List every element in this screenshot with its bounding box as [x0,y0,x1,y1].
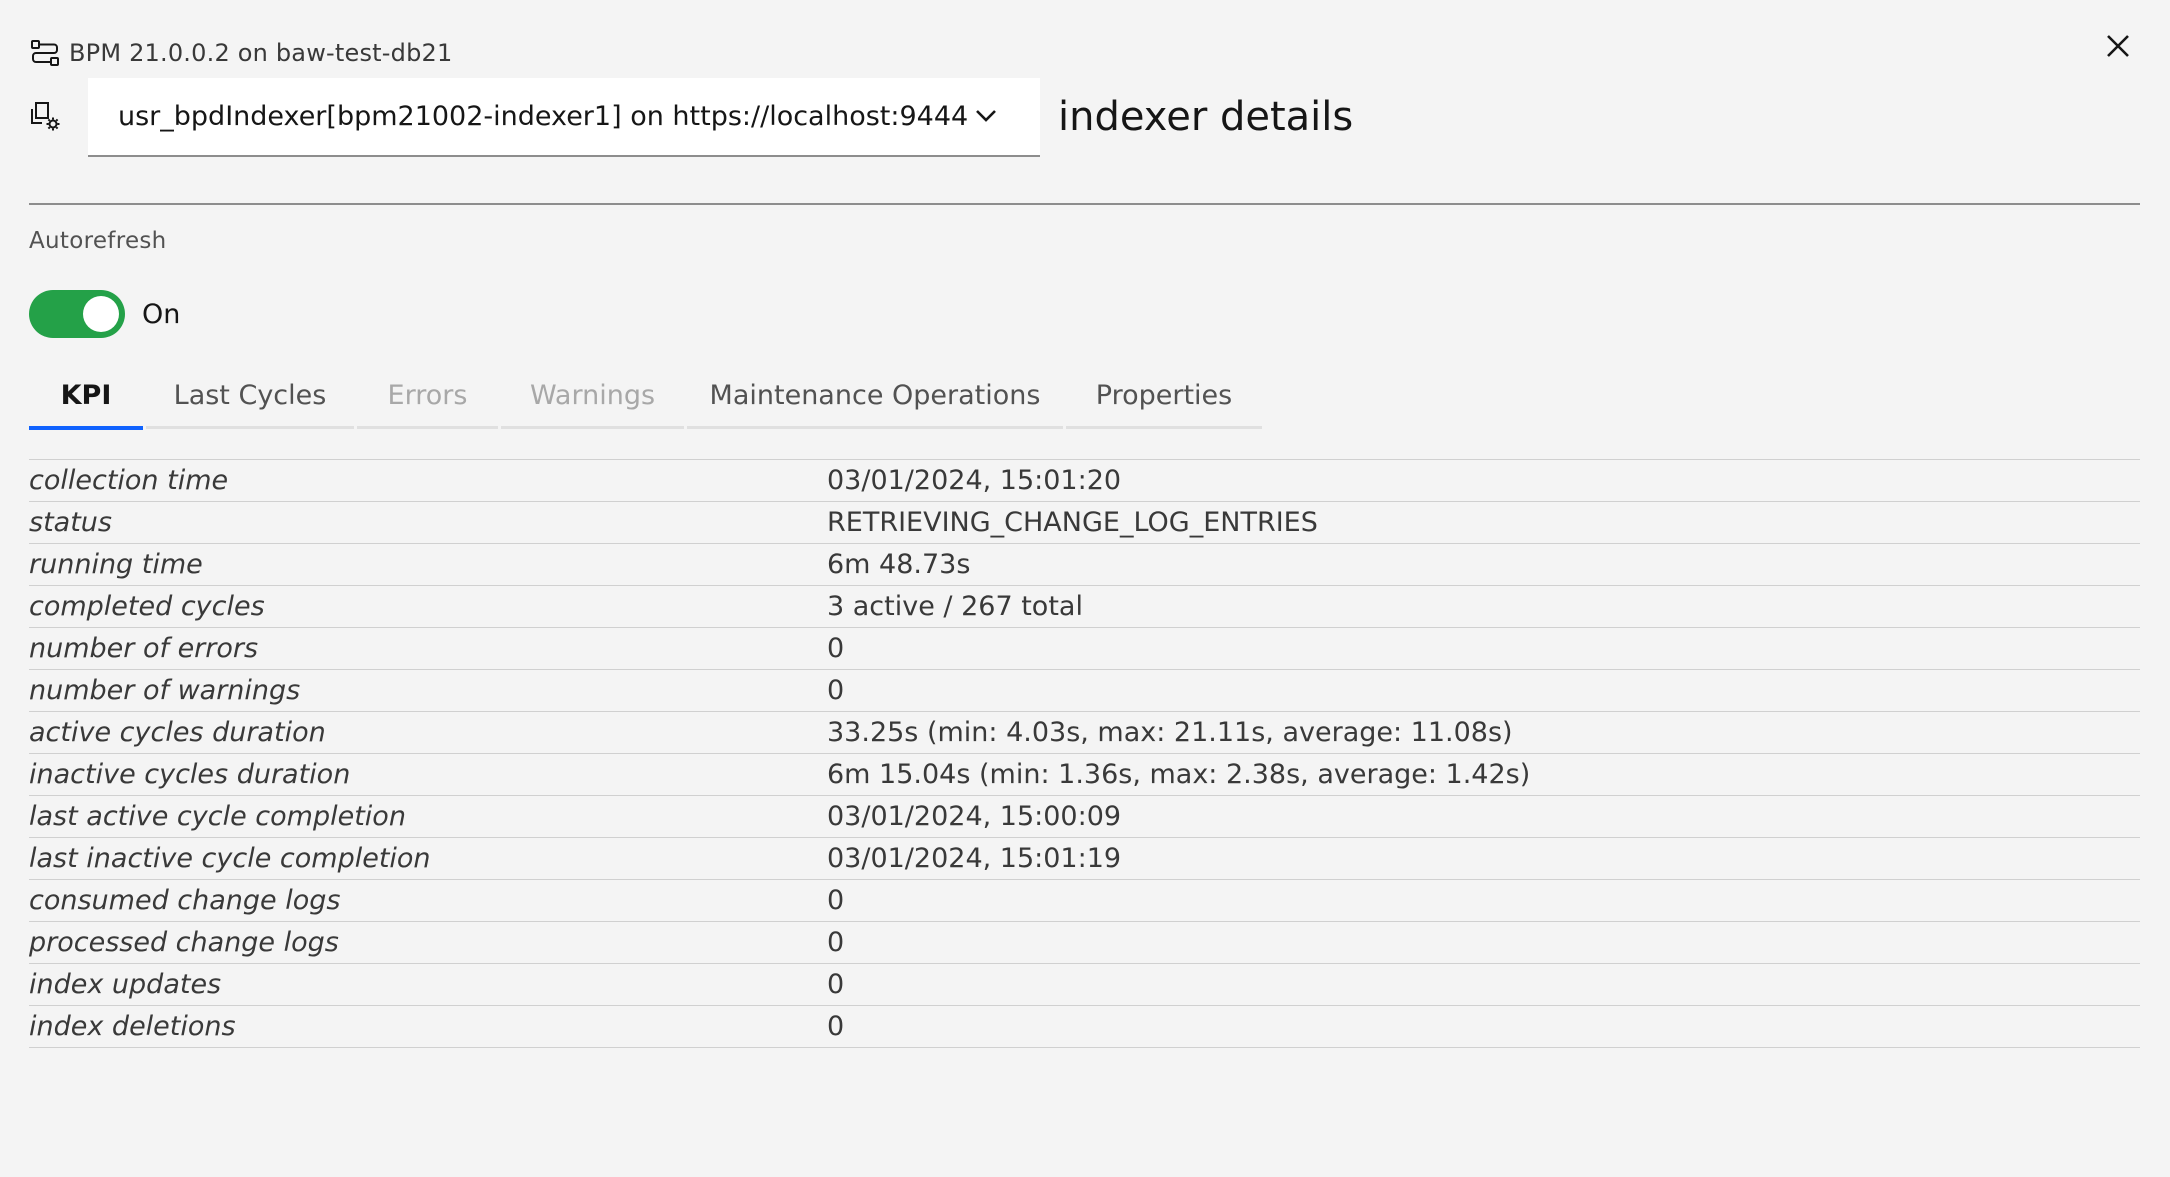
kpi-key: number of warnings [29,675,301,706]
workflow-icon [29,37,61,69]
indexer-dropdown[interactable]: usr_bpdIndexer[bpm21002-indexer1] on htt… [88,77,1040,157]
chevron-down-icon [972,102,1000,130]
kpi-key: index deletions [29,1011,236,1042]
kpi-row-last-active-cycle-completion: last active cycle completion 03/01/2024,… [29,796,2140,838]
kpi-row-completed-cycles: completed cycles 3 active / 267 total [29,586,2140,628]
kpi-key: number of errors [29,633,259,664]
kpi-row-index-updates: index updates 0 [29,964,2140,1006]
tab-label: Properties [1095,380,1233,411]
kpi-row-last-inactive-cycle-completion: last inactive cycle completion 03/01/202… [29,838,2140,880]
kpi-value: 33.25s (min: 4.03s, max: 21.11s, average… [827,717,1513,748]
kpi-row-active-cycles-duration: active cycles duration 33.25s (min: 4.03… [29,712,2140,754]
tab-label: Maintenance Operations [709,380,1041,411]
kpi-key: last active cycle completion [29,801,406,832]
close-button[interactable] [2100,28,2136,64]
kpi-key: active cycles duration [29,717,326,748]
autorefresh-label: Autorefresh [29,228,167,254]
tab-label: Last Cycles [173,380,327,411]
autorefresh-state: On [142,298,181,330]
kpi-row-index-deletions: index deletions 0 [29,1006,2140,1048]
tab-properties[interactable]: Properties [1066,365,1262,429]
kpi-value: 03/01/2024, 15:01:20 [827,465,1122,496]
kpi-value: 0 [827,969,845,1000]
kpi-row-number-of-errors: number of errors 0 [29,628,2140,670]
kpi-row-collection-time: collection time 03/01/2024, 15:01:20 [29,460,2140,502]
kpi-value: 0 [827,675,845,706]
kpi-value: 3 active / 267 total [827,591,1083,622]
tab-label: Warnings [529,380,656,411]
kpi-row-number-of-warnings: number of warnings 0 [29,670,2140,712]
tab-label: Errors [387,380,468,411]
indexer-selector-row: usr_bpdIndexer[bpm21002-indexer1] on htt… [29,77,1353,157]
kpi-row-consumed-change-logs: consumed change logs 0 [29,880,2140,922]
kpi-value: 0 [827,885,845,916]
indexer-details-panel: BPM 21.0.0.2 on baw-test-db21 usr_bpdInd… [0,0,2170,1177]
page-title: indexer details [1058,94,1354,140]
kpi-value: 03/01/2024, 15:01:19 [827,843,1122,874]
kpi-key: completed cycles [29,591,265,622]
kpi-value: 6m 15.04s (min: 1.36s, max: 2.38s, avera… [827,759,1531,790]
tab-kpi[interactable]: KPI [29,365,143,430]
server-title: BPM 21.0.0.2 on baw-test-db21 [69,39,453,67]
kpi-key: inactive cycles duration [29,759,351,790]
kpi-value: 03/01/2024, 15:00:09 [827,801,1122,832]
kpi-key: running time [29,549,203,580]
tab-warnings[interactable]: Warnings [501,365,684,429]
kpi-table: collection time 03/01/2024, 15:01:20 sta… [29,459,2140,1048]
kpi-value: 0 [827,927,845,958]
kpi-key: index updates [29,969,222,1000]
kpi-key: status [29,507,112,538]
kpi-key: processed change logs [29,927,339,958]
kpi-value: RETRIEVING_CHANGE_LOG_ENTRIES [827,507,1318,538]
kpi-row-status: status RETRIEVING_CHANGE_LOG_ENTRIES [29,502,2140,544]
close-icon [2107,35,2129,57]
kpi-row-running-time: running time 6m 48.73s [29,544,2140,586]
server-header: BPM 21.0.0.2 on baw-test-db21 [29,34,452,72]
kpi-value: 0 [827,1011,845,1042]
settings-services-icon [29,100,63,134]
toggle-knob [83,296,119,332]
header-divider [29,203,2140,205]
kpi-row-processed-change-logs: processed change logs 0 [29,922,2140,964]
autorefresh-toggle[interactable] [29,290,125,338]
tab-last-cycles[interactable]: Last Cycles [146,365,354,429]
kpi-key: last inactive cycle completion [29,843,431,874]
kpi-row-inactive-cycles-duration: inactive cycles duration 6m 15.04s (min:… [29,754,2140,796]
autorefresh-toggle-row: On [29,290,180,338]
kpi-key: collection time [29,465,229,496]
tab-maintenance-operations[interactable]: Maintenance Operations [687,365,1063,429]
kpi-value: 6m 48.73s [827,549,971,580]
kpi-key: consumed change logs [29,885,341,916]
tab-label: KPI [60,380,112,411]
tab-bar: KPI Last Cycles Errors Warnings Maintena… [29,365,1265,430]
kpi-value: 0 [827,633,845,664]
tab-errors[interactable]: Errors [357,365,498,429]
indexer-dropdown-value: usr_bpdIndexer[bpm21002-indexer1] on htt… [118,100,969,132]
